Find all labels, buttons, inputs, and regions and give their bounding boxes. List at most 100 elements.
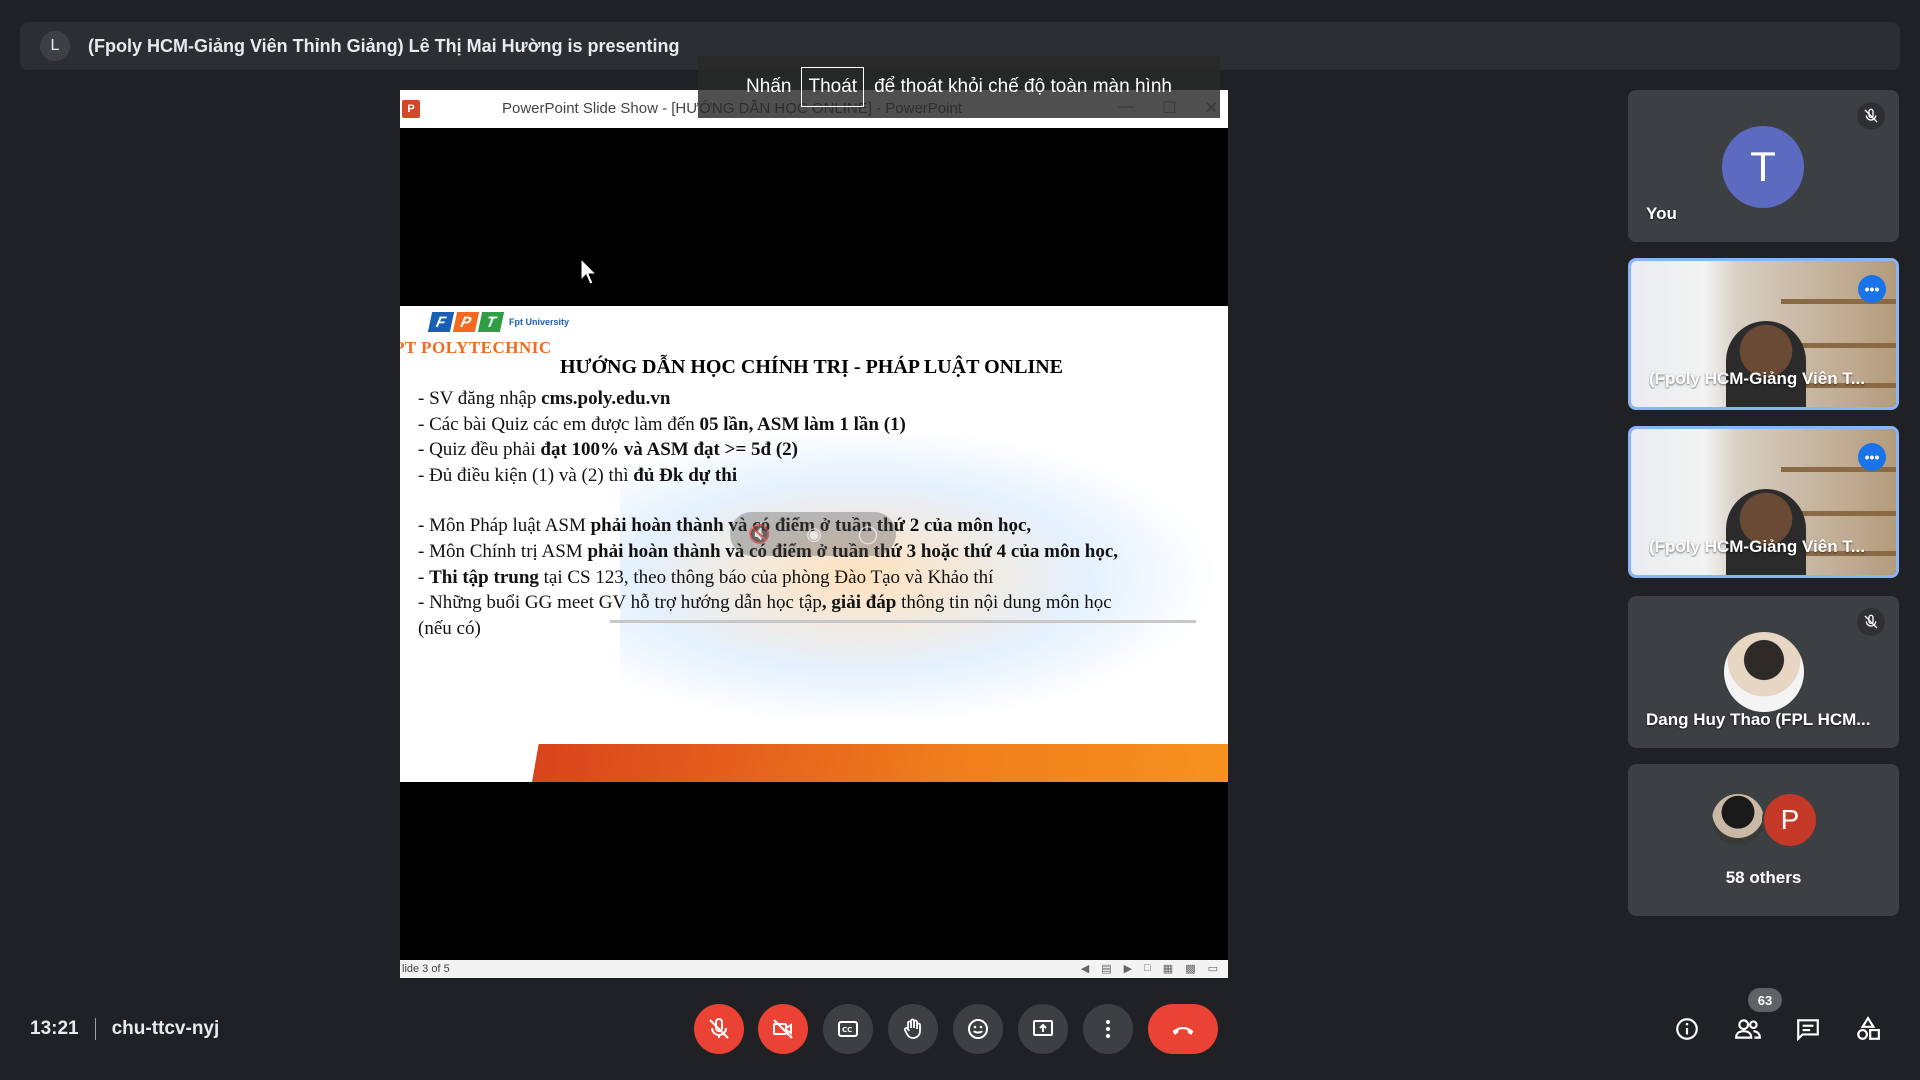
more-vert-icon [1106,1020,1110,1038]
participant-name: Dang Huy Thao (FPL HCM... [1646,710,1871,729]
slide-line-pre: (nếu có) [418,617,481,639]
slide-line: - Đủ điều kiện (1) và (2) thì đủ Đk dự t… [418,463,1218,489]
slide-line: - SV đăng nhập cms.poly.edu.vn [418,386,1218,412]
slide-line: - Các bài Quiz các em được làm đến 05 lầ… [418,412,1218,438]
people-count-badge: 63 [1748,988,1782,1012]
participant-tile-presenter[interactable]: ••• (Fpoly HCM-Giảng Viên T... [1628,258,1899,410]
more-options-icon[interactable]: ••• [1858,275,1886,303]
slide-line: - Quiz đều phải đạt 100% và ASM đạt >= 5… [418,437,1218,463]
participant-video-person [1726,489,1806,575]
slideshow-view-icon: ▭ [1207,963,1218,975]
reactions-button[interactable] [953,1004,1003,1054]
info-icon [1676,1018,1698,1040]
participant-tile-others[interactable]: P 58 others [1628,764,1899,916]
slide-orange-band [532,744,1228,782]
hand-icon [904,1018,921,1039]
people-icon [1735,1019,1761,1039]
avatar: P [1762,792,1818,848]
slide-line-pre: - Quiz đều phải [418,439,541,461]
camera-off-icon [773,1019,793,1039]
meeting-code: chu-ttcv-nyj [111,1018,220,1039]
people-button[interactable] [1733,1014,1763,1044]
raise-hand-button[interactable] [888,1004,938,1054]
present-screen-icon [1033,1020,1053,1036]
svg-text:CC: CC [842,1026,852,1034]
avatar [1724,632,1804,712]
avatar [1710,792,1766,848]
normal-view-icon: □ [1144,962,1151,974]
more-options-icon[interactable]: ••• [1858,443,1886,471]
slide-line-pre: - Những buổi GG meet GV hỗ trợ hướng dẫn… [418,592,822,614]
slide-line-bold: , giải đáp [821,592,897,614]
powerpoint-status-bar: lide 3 of 5 ◀ ▤ ▶ □ ▦ ▩ ▭ [400,960,1228,978]
slide-line: - Thi tập trung tại CS 123, theo thông b… [418,565,1218,591]
slide-line-post: tại CS 123, theo thông báo của phòng Đào… [538,566,994,588]
prev-slide-icon: ◀ [1080,963,1090,975]
participant-name: (Fpoly HCM-Giảng Viên T... [1649,369,1865,388]
slide-line-pre: - [418,566,430,588]
divider [94,1018,96,1040]
avatar: T [1722,126,1804,208]
slide-line [418,488,1218,513]
slide-line-bold: đạt 100% và ASM đạt >= 5đ (2) [540,439,798,461]
leave-call-button[interactable] [1148,1004,1218,1054]
notes-icon: ▤ [1101,963,1112,975]
mouse-cursor-icon [580,258,598,285]
captions-button[interactable]: CC [823,1004,873,1054]
slide-line-bold: 05 lần, ASM làm 1 lần (1) [699,413,906,435]
slide-line-pre: - Các bài Quiz các em được làm đến [418,413,700,435]
presenter-avatar: L [40,31,70,61]
reading-view-icon: ▩ [1185,963,1196,975]
hint-before: Nhấn [746,76,792,97]
fpt-logo-letter: F [427,312,455,332]
others-count-label: 58 others [1725,868,1802,887]
fpt-logo-letter: P [452,312,480,332]
captions-icon: CC [838,1021,858,1037]
slide-line-pre: - Môn Pháp luật ASM [418,515,591,537]
emoji-icon [968,1019,988,1039]
fpt-logo-letter: T [477,312,505,332]
slide-line: - Những buổi GG meet GV hỗ trợ hướng dẫn… [418,590,1218,616]
slide-line-pre: - Môn Chính trị ASM [418,540,588,562]
present-now-button[interactable] [1018,1004,1068,1054]
microphone-toggle-button[interactable] [694,1004,744,1054]
slide-line-bold: cms.poly.edu.vn [541,388,671,409]
chat-button[interactable] [1793,1014,1823,1044]
participant-tile-you[interactable]: T You [1628,90,1899,242]
mute-icon: 🔇 [747,523,771,544]
participant-tile-dang[interactable]: Dang Huy Thao (FPL HCM... [1628,596,1899,748]
participant-tile-presenter-screen[interactable]: ••• (Fpoly HCM-Giảng Viên T... [1628,426,1899,578]
current-time: 13:21 [30,1018,79,1039]
slide-line-bold: đủ Đk dự thi [633,464,738,486]
shared-screen: P PowerPoint Slide Show - [HƯỚNG DẪN HỌC… [400,90,1228,978]
participant-name: (Fpoly HCM-Giảng Viên T... [1649,537,1865,556]
camera-off-icon: ◉ [806,523,822,544]
meeting-details: 13:21 chu-ttcv-nyj [30,1018,219,1040]
slide-line-pre: - Đủ điều kiện (1) và (2) thì [418,464,634,486]
slide-line-bold: Thi tập trung [429,566,539,588]
sorter-view-icon: ▦ [1162,963,1174,975]
presenting-text: (Fpoly HCM-Giảng Viên Thỉnh Giảng) Lê Th… [88,35,680,56]
activities-button[interactable] [1853,1014,1883,1044]
end-call-icon [1172,1026,1194,1035]
fpt-university-label: Fpt University [509,317,570,327]
exit-key-label: Thoát [801,67,865,107]
more-options-button[interactable] [1083,1004,1133,1054]
mic-off-icon [1857,102,1885,130]
fullscreen-exit-hint: Nhấn Thoát để thoát khỏi chế độ toàn màn… [698,56,1220,118]
mic-off-icon [1857,608,1885,636]
camera-toggle-button[interactable] [758,1004,808,1054]
polytechnic-name: PT POLYTECHNIC [400,338,552,357]
presentation-slide: F P T Fpt University PT POLYTECHNIC HƯỚN… [400,306,1228,782]
slideshow-controls: 🔇 ◉ ◯ [730,512,896,556]
activities-icon [1857,1016,1880,1040]
slide-line-pre: - SV đăng nhập [418,388,542,409]
more-circle-icon: ◯ [857,523,879,544]
participant-video-person [1726,321,1806,407]
slide-line-post: thông tin nội dung môn học [896,592,1112,614]
participant-name: You [1646,204,1677,223]
powerpoint-icon: P [402,100,420,118]
hint-after: để thoát khỏi chế độ toàn màn hình [874,76,1172,97]
meeting-details-button[interactable] [1672,1014,1702,1044]
next-slide-icon: ▶ [1123,963,1133,975]
